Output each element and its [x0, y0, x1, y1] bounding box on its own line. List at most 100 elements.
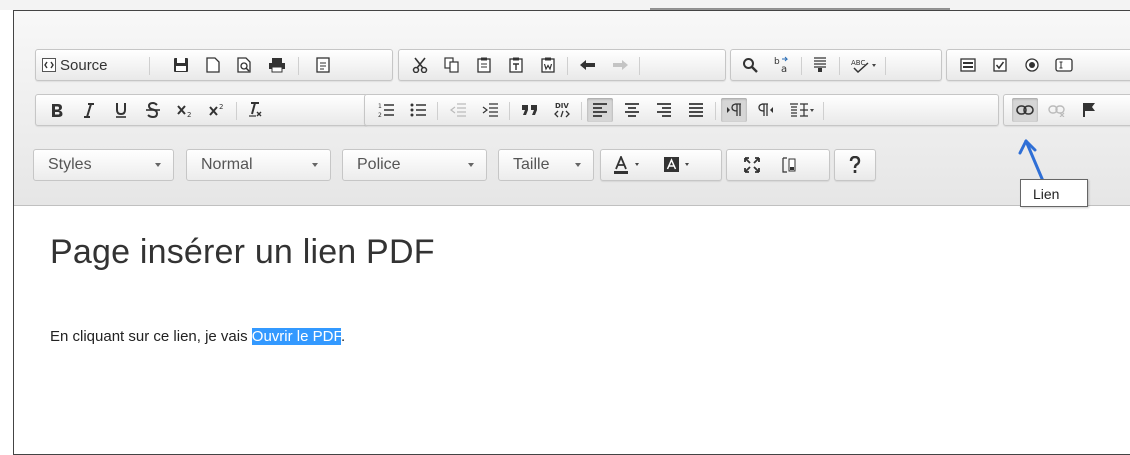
- language-button[interactable]: [785, 98, 821, 122]
- format-combo[interactable]: Normal: [186, 149, 331, 181]
- print-button[interactable]: [264, 53, 290, 77]
- paste-text-icon: [509, 57, 523, 73]
- tooltip-text: Lien: [1033, 186, 1060, 202]
- radio-button[interactable]: [1019, 53, 1045, 77]
- show-blocks-button[interactable]: [777, 153, 803, 177]
- paste-word-icon: [541, 57, 555, 73]
- chevron-down-icon: [575, 163, 581, 167]
- toolbar-group-links: [1003, 94, 1130, 126]
- checkbox-button[interactable]: [987, 53, 1013, 77]
- align-center-button[interactable]: [619, 98, 645, 122]
- maximize-button[interactable]: [739, 153, 765, 177]
- background-color-button[interactable]: [659, 153, 703, 177]
- toolbar-separator: [437, 102, 438, 120]
- subscript-icon: 2: [177, 105, 191, 118]
- copy-button[interactable]: [439, 53, 465, 77]
- strike-icon: [146, 102, 160, 118]
- find-button[interactable]: [737, 53, 763, 77]
- toolbar-separator: [639, 57, 640, 75]
- toolbar-separator: [298, 57, 299, 75]
- toolbar-group-tools: [726, 149, 830, 181]
- bulleted-list-icon: [410, 103, 426, 117]
- toolbar-group-paragraph: 12 DIV: [364, 94, 999, 126]
- svg-text:2: 2: [187, 111, 191, 118]
- rtl-button[interactable]: [753, 98, 779, 122]
- cut-icon: [412, 57, 428, 73]
- undo-button[interactable]: [575, 53, 601, 77]
- templates-icon: [316, 57, 330, 73]
- chevron-down-icon: [468, 163, 474, 167]
- replace-button[interactable]: ba: [769, 53, 795, 77]
- remove-format-button[interactable]: [242, 98, 268, 122]
- new-page-button[interactable]: [200, 53, 226, 77]
- text-color-icon: [614, 156, 639, 174]
- unlink-button[interactable]: [1044, 98, 1070, 122]
- anchor-button[interactable]: [1076, 98, 1102, 122]
- styles-combo[interactable]: Styles: [33, 149, 174, 181]
- select-all-button[interactable]: [807, 53, 833, 77]
- checkbox-icon: [993, 58, 1007, 72]
- font-combo-label: Police: [357, 156, 401, 173]
- toolbar-separator: [509, 102, 510, 120]
- text-field-button[interactable]: [1051, 53, 1077, 77]
- form-button[interactable]: [955, 53, 981, 77]
- justify-button[interactable]: [683, 98, 709, 122]
- superscript-button[interactable]: 2: [204, 98, 230, 122]
- outdent-button[interactable]: [445, 98, 471, 122]
- cut-button[interactable]: [407, 53, 433, 77]
- text-color-button[interactable]: [609, 153, 653, 177]
- help-button[interactable]: [842, 153, 868, 177]
- page-heading: Page insérer un lien PDF: [50, 233, 435, 271]
- justify-icon: [689, 103, 703, 117]
- link-tooltip: Lien: [1020, 179, 1088, 207]
- selected-text[interactable]: Ouvrir le PDF: [251, 328, 341, 345]
- svg-text:1: 1: [378, 103, 382, 110]
- numbered-list-button[interactable]: 12: [373, 98, 399, 122]
- toolbar-group-about: [834, 149, 876, 181]
- templates-button[interactable]: [310, 53, 336, 77]
- indent-button[interactable]: [477, 98, 503, 122]
- link-button[interactable]: [1012, 98, 1038, 122]
- italic-button[interactable]: [76, 98, 102, 122]
- svg-text:2: 2: [378, 112, 382, 118]
- paste-text-button[interactable]: [503, 53, 529, 77]
- align-left-button[interactable]: [587, 98, 613, 122]
- spellcheck-button[interactable]: ABC: [847, 53, 883, 77]
- font-combo[interactable]: Police: [342, 149, 487, 181]
- editor-toolbar: Source b a ABC 2 2 1 2 DIV Styles Normal…: [14, 11, 1130, 206]
- styles-combo-label: Styles: [48, 156, 92, 173]
- svg-text:a: a: [781, 64, 787, 74]
- paste-button[interactable]: [471, 53, 497, 77]
- save-button[interactable]: [168, 53, 194, 77]
- copy-icon: [444, 57, 459, 73]
- new-page-icon: [206, 57, 220, 73]
- subscript-button[interactable]: 2: [172, 98, 198, 122]
- show-blocks-icon: [782, 157, 796, 173]
- superscript-icon: 2: [209, 103, 223, 116]
- bulleted-list-button[interactable]: [405, 98, 431, 122]
- maximize-icon: [744, 157, 760, 173]
- ltr-button[interactable]: [721, 98, 747, 122]
- toolbar-separator: [149, 57, 150, 75]
- blockquote-button[interactable]: [517, 98, 543, 122]
- toolbar-separator: [823, 102, 824, 120]
- align-right-button[interactable]: [651, 98, 677, 122]
- strike-button[interactable]: [140, 98, 166, 122]
- print-icon: [269, 58, 285, 73]
- bold-button[interactable]: [44, 98, 70, 122]
- create-div-button[interactable]: DIV: [549, 98, 575, 122]
- size-combo[interactable]: Taille: [498, 149, 594, 181]
- underline-button[interactable]: [108, 98, 134, 122]
- svg-text:2: 2: [219, 103, 223, 111]
- source-button[interactable]: Source: [42, 53, 108, 77]
- rich-text-editor: Source b a ABC 2 2 1 2 DIV Styles Normal…: [13, 10, 1130, 455]
- paste-word-button[interactable]: [535, 53, 561, 77]
- help-icon: [849, 156, 861, 173]
- italic-icon: [84, 102, 94, 118]
- numbered-list-icon: 12: [378, 103, 394, 118]
- replace-icon: ba: [774, 56, 789, 74]
- size-combo-label: Taille: [513, 156, 550, 173]
- preview-button[interactable]: [232, 53, 258, 77]
- toolbar-group-basicstyles: 2 2: [35, 94, 368, 126]
- redo-button[interactable]: [607, 53, 633, 77]
